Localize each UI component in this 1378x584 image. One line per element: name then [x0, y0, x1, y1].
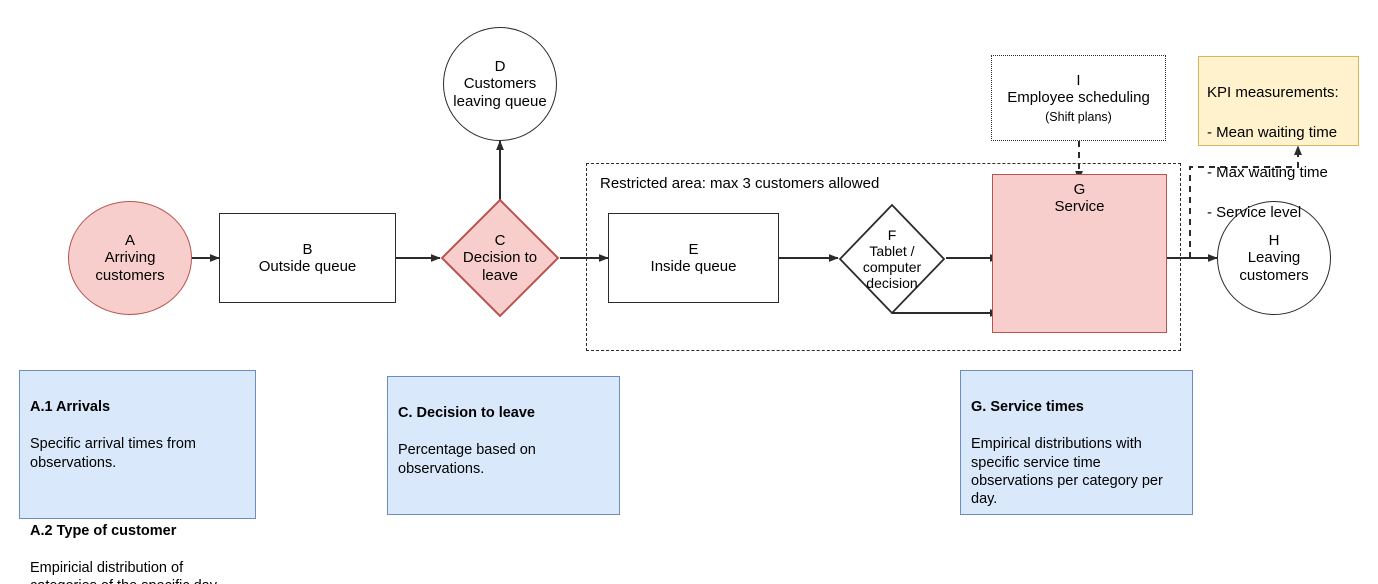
- node-e-label: Inside queue: [650, 258, 737, 275]
- node-c-label: Decision to leave: [462, 249, 538, 284]
- node-i-employee-scheduling[interactable]: I Employee scheduling (Shift plans): [991, 55, 1166, 141]
- node-e-inside-queue[interactable]: E Inside queue: [608, 213, 779, 303]
- node-f-label: Tablet / computer decision: [862, 242, 922, 292]
- node-g-service[interactable]: G Service Tablet Computer: [992, 174, 1167, 333]
- kpi-heading: KPI measurements:: [1207, 83, 1339, 101]
- node-a-arriving-customers[interactable]: A Arriving customers: [68, 201, 192, 315]
- node-i-label: Employee scheduling: [1007, 89, 1150, 107]
- node-h-label: Leaving customers: [1239, 249, 1309, 284]
- note-arrivals-spacer: [30, 490, 246, 503]
- node-c-id: C: [494, 231, 506, 249]
- restricted-area-caption: Restricted area: max 3 customers allowed: [600, 175, 880, 192]
- note-service-times: G. Service times Empirical distributions…: [960, 370, 1193, 515]
- note-decision-heading: C. Decision to leave: [398, 405, 535, 422]
- node-a-label: Arriving customers: [95, 249, 165, 284]
- node-b-label: Outside queue: [258, 258, 357, 275]
- node-g-id: G: [1073, 181, 1086, 198]
- node-i-sublabel: (Shift plans): [1045, 109, 1112, 124]
- diagram-canvas: Restricted area: max 3 customers allowed…: [0, 0, 1378, 584]
- note-arrivals-body-2: Empiricial distribution of categories of…: [30, 559, 220, 584]
- note-service-heading: G. Service times: [971, 399, 1084, 416]
- note-service-body: Empirical distributions with specific se…: [971, 436, 1163, 508]
- note-arrivals: A.1 Arrivals Specific arrival times from…: [19, 370, 256, 584]
- note-decision-to-leave: C. Decision to leave Percentage based on…: [387, 376, 620, 515]
- node-b-id: B: [302, 240, 313, 258]
- note-decision-body: Percentage based on observations.: [398, 442, 536, 477]
- node-f-tablet-computer-decision[interactable]: F Tablet / computer decision: [838, 203, 946, 315]
- kpi-item-1: - Max waiting time: [1207, 163, 1328, 181]
- node-g-label: Service: [1054, 198, 1105, 216]
- note-arrivals-heading-1: A.1 Arrivals: [30, 399, 111, 416]
- node-f-id: F: [887, 226, 897, 243]
- node-i-id: I: [1076, 71, 1081, 89]
- node-d-id: D: [494, 57, 506, 75]
- node-d-label: Customers leaving queue: [453, 75, 547, 110]
- kpi-item-2: - Service level: [1207, 203, 1302, 221]
- node-c-decision-to-leave[interactable]: C Decision to leave: [440, 198, 560, 318]
- node-a-id: A: [124, 231, 135, 249]
- kpi-item-0: - Mean waiting time: [1207, 123, 1338, 141]
- kpi-measurements-box: KPI measurements: - Mean waiting time - …: [1198, 56, 1359, 221]
- node-b-outside-queue[interactable]: B Outside queue: [219, 213, 396, 303]
- note-arrivals-body-1: Specific arrival times from observations…: [30, 436, 196, 471]
- note-arrivals-heading-2: A.2 Type of customer: [30, 522, 177, 539]
- node-e-id: E: [688, 240, 699, 258]
- node-d-customers-leaving-queue[interactable]: D Customers leaving queue: [443, 27, 557, 141]
